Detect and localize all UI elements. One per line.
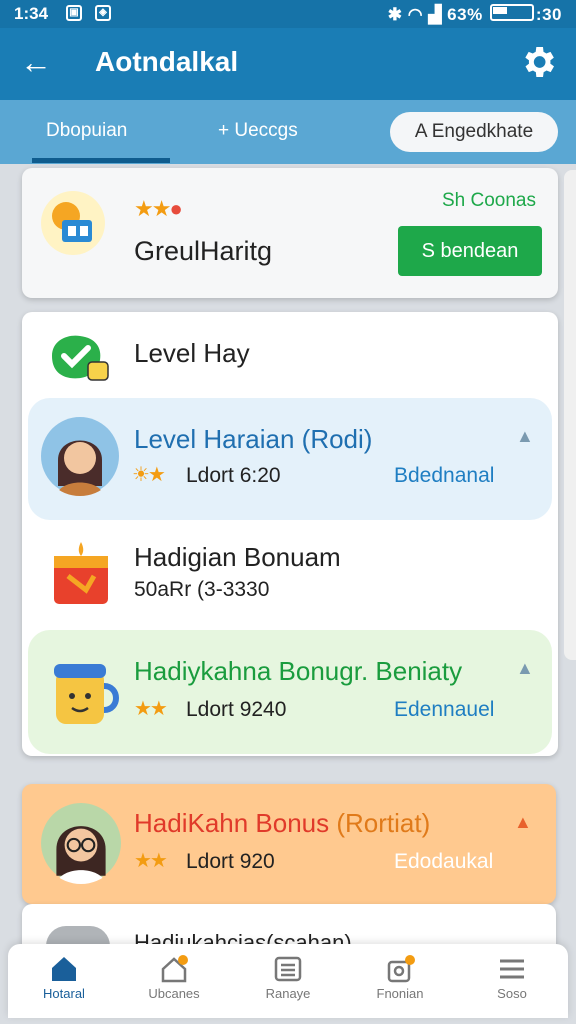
nav-home[interactable]: Hotaral xyxy=(16,950,112,1001)
coins-label: Sh Coonas xyxy=(441,190,536,211)
signal-icon: ▟ xyxy=(428,5,442,24)
nav-fifth[interactable]: Soso xyxy=(464,950,560,1001)
gift-box-icon xyxy=(54,542,108,604)
house-badge-icon xyxy=(161,955,188,983)
nav-label: Fnonian xyxy=(376,986,424,1001)
battery-percent: 63% xyxy=(447,5,483,24)
chevron-up-icon[interactable]: ▲ xyxy=(516,426,534,447)
status-bar: 1:34 ▣ ◈ ✱ ◠ ▟ 63% :30 xyxy=(0,0,576,28)
row-3-title: Hadiykahna Bonugr. Beniaty xyxy=(134,656,463,686)
status-time: 1:34 xyxy=(14,4,49,23)
nav-fourth[interactable]: Fnonian xyxy=(352,950,448,1001)
bottom-navigation: Hotaral Ubcanes Ranaye Fnonian Soso xyxy=(8,944,568,1018)
chevron-up-icon[interactable]: ▲ xyxy=(514,812,532,833)
stars-icon: ★★● xyxy=(134,196,183,221)
bonus-row[interactable]: Hadigian Bonuam 50aRr (3-3330 xyxy=(22,528,558,628)
page-title: Aotndalkal xyxy=(95,46,239,77)
nav-label: Hotaral xyxy=(43,986,85,1001)
wifi-icon: ◠ xyxy=(407,5,424,24)
stars-icon: ☀★ xyxy=(132,464,166,486)
bonus-status-row[interactable]: Hadiykahna Bonugr. Beniaty ★★ Ldort 9240… xyxy=(28,630,552,754)
battery-icon xyxy=(489,4,534,21)
game-avatar-icon xyxy=(41,191,105,255)
row-3-link[interactable]: Edennauel xyxy=(394,698,494,722)
nav-label: Ranaye xyxy=(265,986,311,1001)
section-title: Level Hay xyxy=(134,338,250,368)
featured-bonus-card[interactable]: HadiKahn Bonus (Rortiat) ★★ Ldort 920 Ed… xyxy=(22,784,556,904)
app-bar: ← Aotndalkal xyxy=(0,28,576,100)
row-1-link[interactable]: Bdednanal xyxy=(394,464,494,488)
mug-character-icon xyxy=(54,664,119,724)
profile-card[interactable]: ★★● GreulHaritg Sh Coonas S bendean xyxy=(22,168,558,298)
row-1-sub: Ldort 6:20 xyxy=(186,464,281,487)
row-1-title: Level Haraian (Rodi) xyxy=(134,424,373,454)
check-badge-icon xyxy=(52,335,109,381)
bluetooth-icon: ✱ xyxy=(387,5,403,24)
tab-chip-button[interactable]: A Engedkhate xyxy=(390,112,558,152)
notification-icon: ◈ xyxy=(95,5,111,21)
glasses-girl-avatar-icon xyxy=(41,803,121,884)
featured-title-sub: (Rortiat) xyxy=(336,808,431,838)
menu-icon xyxy=(500,959,524,979)
home-icon xyxy=(52,957,76,981)
chevron-up-icon[interactable]: ▲ xyxy=(516,658,534,679)
status-extra: :30 xyxy=(535,5,562,24)
nav-third[interactable]: Ranaye xyxy=(240,950,336,1001)
row-2-title: Hadigian Bonuam xyxy=(134,542,341,572)
stars-icon: ★★ xyxy=(134,698,168,720)
row-2-sub: 50aRr (3-3330 xyxy=(134,578,270,601)
nav-label: Soso xyxy=(497,986,527,1001)
green-action-button[interactable]: S bendean xyxy=(398,226,542,276)
nav-second[interactable]: Ubcanes xyxy=(126,950,222,1001)
featured-title-main: HadiKahn Bonus xyxy=(134,808,330,838)
gear-icon[interactable] xyxy=(518,42,558,82)
level-row[interactable]: Level Haraian (Rodi) ☀★ Ldort 6:20 Bdedn… xyxy=(28,398,552,520)
side-card-peek xyxy=(564,170,576,660)
row-3-sub: Ldort 9240 xyxy=(186,698,287,721)
featured-sub: Ldort 920 xyxy=(186,850,275,873)
tab-second[interactable]: + Ueccgs xyxy=(218,120,298,142)
stars-icon: ★★ xyxy=(134,850,168,872)
nav-label: Ubcanes xyxy=(148,986,200,1001)
bag-badge-icon xyxy=(387,955,415,983)
list-card-icon xyxy=(274,956,302,982)
featured-title: HadiKahn Bonus (Rortiat) xyxy=(134,808,430,839)
tab-indicator xyxy=(32,158,170,163)
status-right: ✱ ◠ ▟ 63% :30 xyxy=(388,4,562,25)
back-arrow-icon[interactable]: ← xyxy=(20,44,52,80)
message-icon: ▣ xyxy=(66,5,82,21)
levels-card: Level Hay Level Haraian (Rodi) ☀★ Ldort … xyxy=(22,312,558,756)
featured-link[interactable]: Edodaukal xyxy=(394,850,493,874)
tab-active[interactable]: Dbopuian xyxy=(46,120,127,142)
girl-avatar-icon xyxy=(41,417,119,496)
profile-name: GreulHaritg xyxy=(134,236,273,266)
